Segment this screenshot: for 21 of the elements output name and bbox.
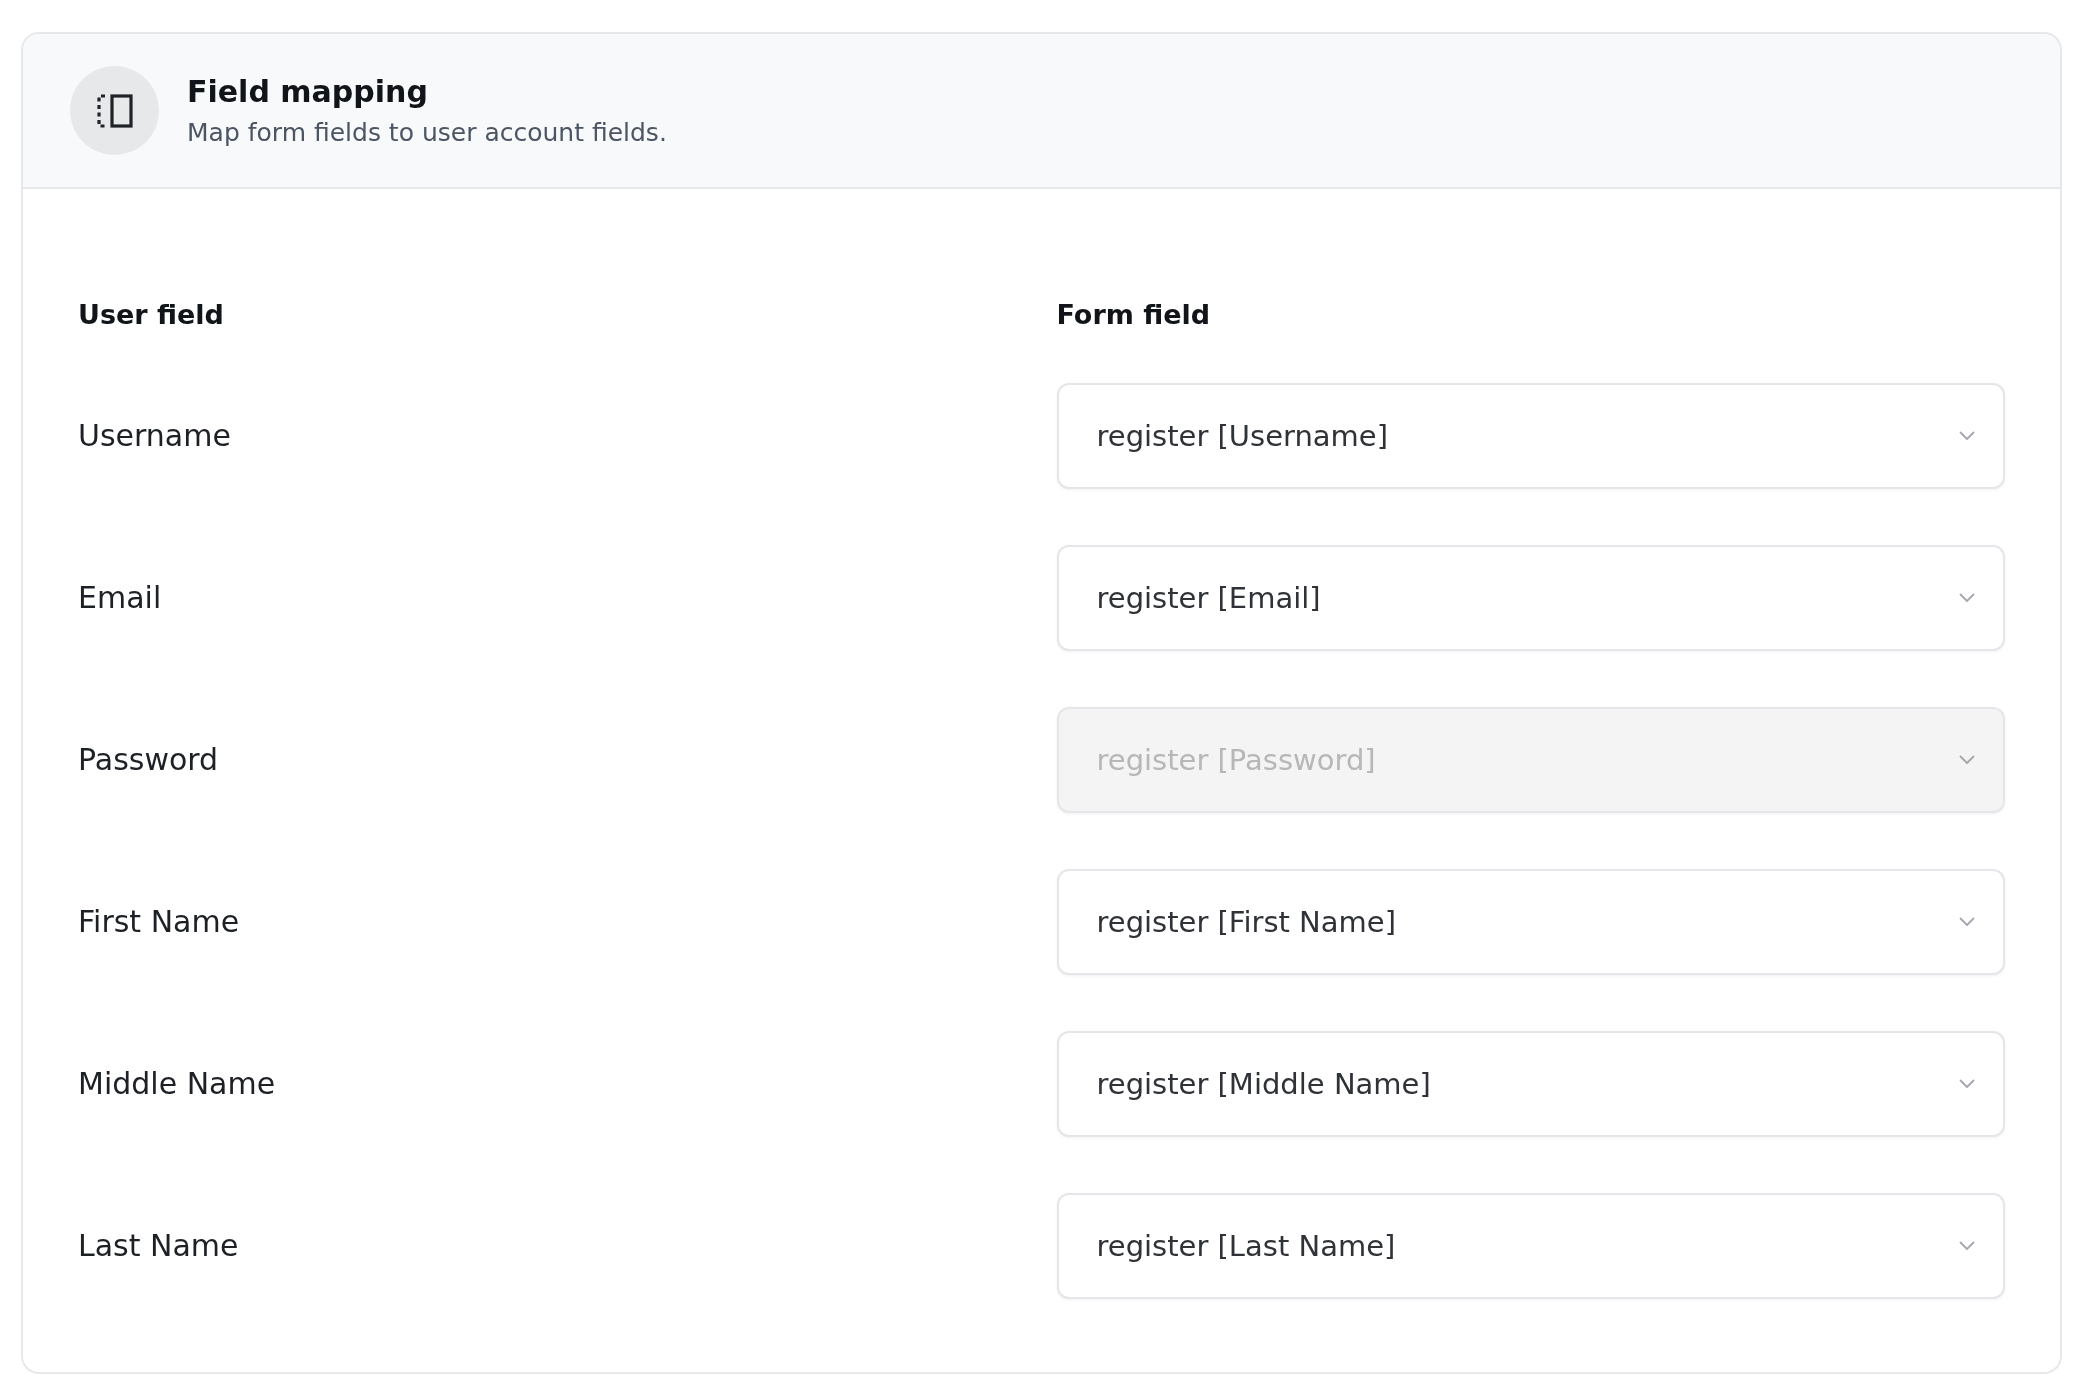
column-heading: Form field <box>1056 298 1212 332</box>
field-label: Password <box>78 742 220 778</box>
chevron-down-icon <box>1959 755 1975 765</box>
chevron-down-icon <box>1959 431 1975 441</box>
column-heading: User field <box>78 298 225 332</box>
dropdown[interactable]: register [Email] <box>1056 545 2005 651</box>
field-label: Middle Name <box>78 1066 277 1102</box>
chevron-down-icon <box>1959 1241 1975 1251</box>
chevron-down-icon <box>1959 1079 1975 1089</box>
panel-subtitle: Map form fields to user account fields. <box>187 116 667 149</box>
field-label: Email <box>78 580 163 616</box>
dropdown[interactable]: register [Last Name] <box>1056 1193 2005 1299</box>
field-label: Username <box>78 418 232 454</box>
panel-title: Field mapping <box>187 72 429 111</box>
field-label: First Name <box>78 904 241 940</box>
dropdown[interactable]: register [Middle Name] <box>1056 1031 2005 1137</box>
chevron-down-icon <box>1959 593 1975 603</box>
dropdown[interactable]: register [Username] <box>1056 383 2005 489</box>
dropdown[interactable]: register [First Name] <box>1056 869 2005 975</box>
field-label: Last Name <box>78 1228 240 1264</box>
chevron-down-icon <box>1959 917 1975 927</box>
